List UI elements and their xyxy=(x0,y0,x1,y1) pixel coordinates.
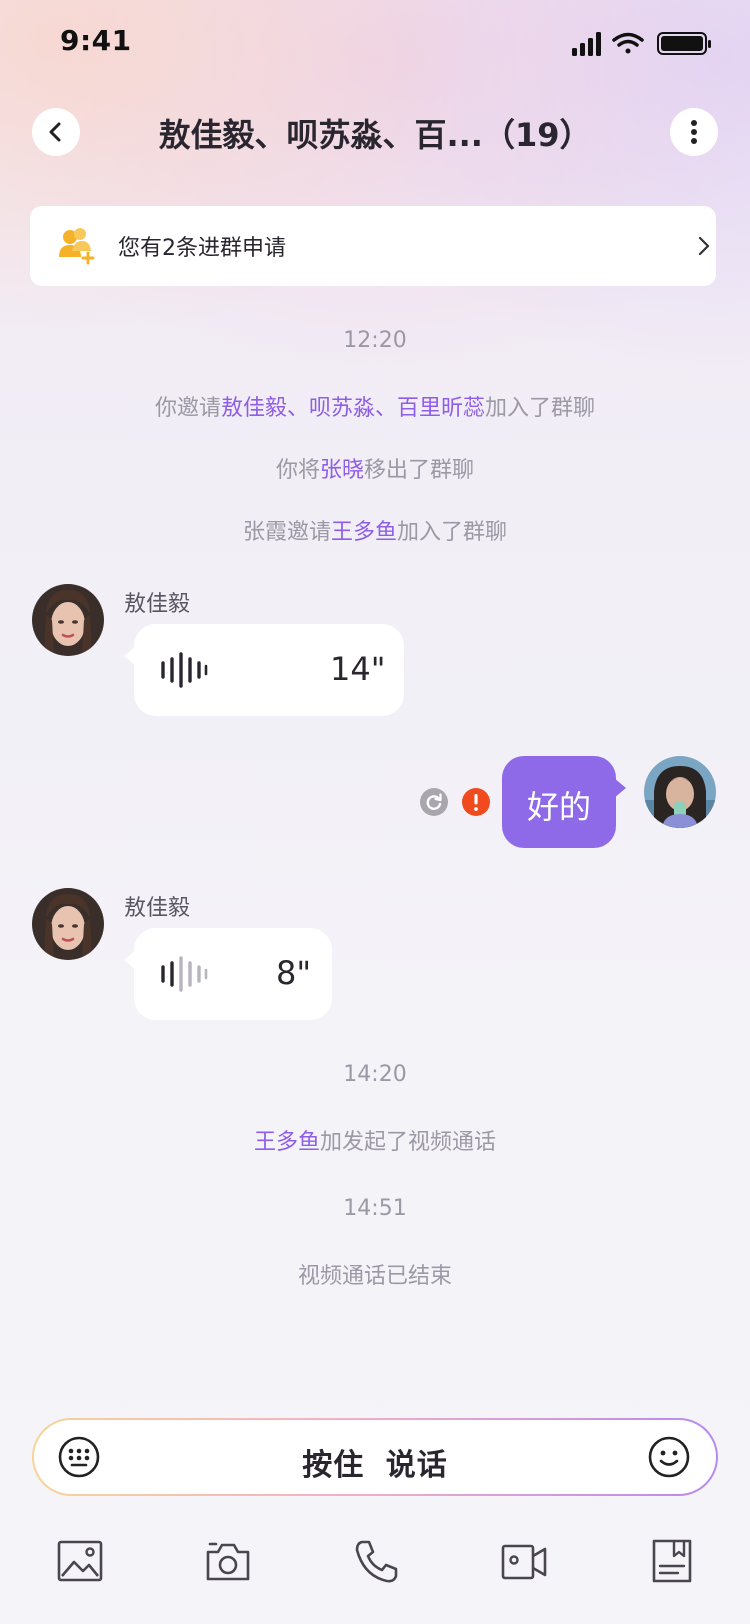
chevron-right-icon xyxy=(698,236,710,256)
retry-icon[interactable] xyxy=(420,788,448,816)
group-request-text: 您有2条进群申请 xyxy=(118,236,286,261)
system-message: 视频通话已结束 xyxy=(297,1264,452,1289)
camera-icon[interactable] xyxy=(204,1538,252,1584)
voice-message-bubble[interactable]: 8" xyxy=(124,928,332,1020)
system-text: 你邀请 xyxy=(154,396,221,421)
document-icon[interactable] xyxy=(648,1538,696,1584)
send-failed-icon[interactable] xyxy=(462,788,490,816)
image-icon[interactable] xyxy=(56,1538,104,1584)
emoji-icon[interactable] xyxy=(648,1436,690,1478)
member-link[interactable]: 敖佳毅、呗苏淼、百里昕蕊 xyxy=(221,396,485,421)
system-text: 加发起了视频通话 xyxy=(320,1130,497,1155)
system-message: 你邀请敖佳毅、呗苏淼、百里昕蕊加入了群聊 xyxy=(0,390,750,422)
hold-to-talk-button[interactable]: 按住 说话 xyxy=(34,1440,716,1484)
avatar[interactable] xyxy=(32,584,104,656)
outgoing-message-bubble[interactable]: 好的 xyxy=(502,756,626,848)
system-message: 王多鱼加发起了视频通话 xyxy=(0,1124,750,1156)
member-link[interactable]: 王多鱼 xyxy=(254,1130,320,1155)
video-call-icon[interactable] xyxy=(500,1538,548,1584)
system-text: 你将 xyxy=(275,458,320,483)
my-avatar[interactable] xyxy=(644,756,716,828)
voice-input-bar: 按住 说话 xyxy=(32,1418,718,1496)
system-text: 加入了群聊 xyxy=(397,520,508,545)
voice-waveform-icon xyxy=(161,956,208,992)
avatar[interactable] xyxy=(32,888,104,960)
system-message: 张霞邀请王多鱼加入了群聊 xyxy=(0,514,750,546)
phone-icon[interactable] xyxy=(352,1538,400,1584)
status-icons xyxy=(572,32,711,56)
cellular-signal-icon xyxy=(572,32,601,56)
group-request-banner[interactable]: 您有2条进群申请 xyxy=(30,206,716,286)
more-vertical-icon xyxy=(691,120,697,144)
system-text: 移出了群聊 xyxy=(364,458,475,483)
voice-message-bubble[interactable]: 14" xyxy=(124,624,404,716)
page-title: 敖佳毅、呗苏淼、百...（19） xyxy=(158,116,592,154)
timestamp: 14:51 xyxy=(343,1196,407,1221)
wifi-icon xyxy=(612,32,644,54)
system-text: 张霞邀请 xyxy=(242,520,331,545)
timestamp: 12:20 xyxy=(343,328,407,353)
timestamp: 14:20 xyxy=(343,1062,407,1087)
back-button[interactable] xyxy=(32,108,80,156)
battery-icon xyxy=(657,32,711,55)
message-text: 好的 xyxy=(526,788,591,826)
status-time: 9:41 xyxy=(60,24,132,57)
voice-waveform-icon xyxy=(161,652,208,688)
more-button[interactable] xyxy=(670,108,718,156)
group-add-icon xyxy=(59,228,95,265)
system-message: 你将张晓移出了群聊 xyxy=(0,452,750,484)
member-link[interactable]: 王多鱼 xyxy=(331,520,397,545)
sender-name: 敖佳毅 xyxy=(124,896,191,921)
sender-name: 敖佳毅 xyxy=(124,592,191,617)
voice-duration: 14" xyxy=(330,650,386,688)
voice-duration: 8" xyxy=(276,954,312,992)
chevron-left-icon xyxy=(49,122,61,142)
member-link[interactable]: 张晓 xyxy=(320,458,364,483)
system-text: 加入了群聊 xyxy=(485,396,596,421)
